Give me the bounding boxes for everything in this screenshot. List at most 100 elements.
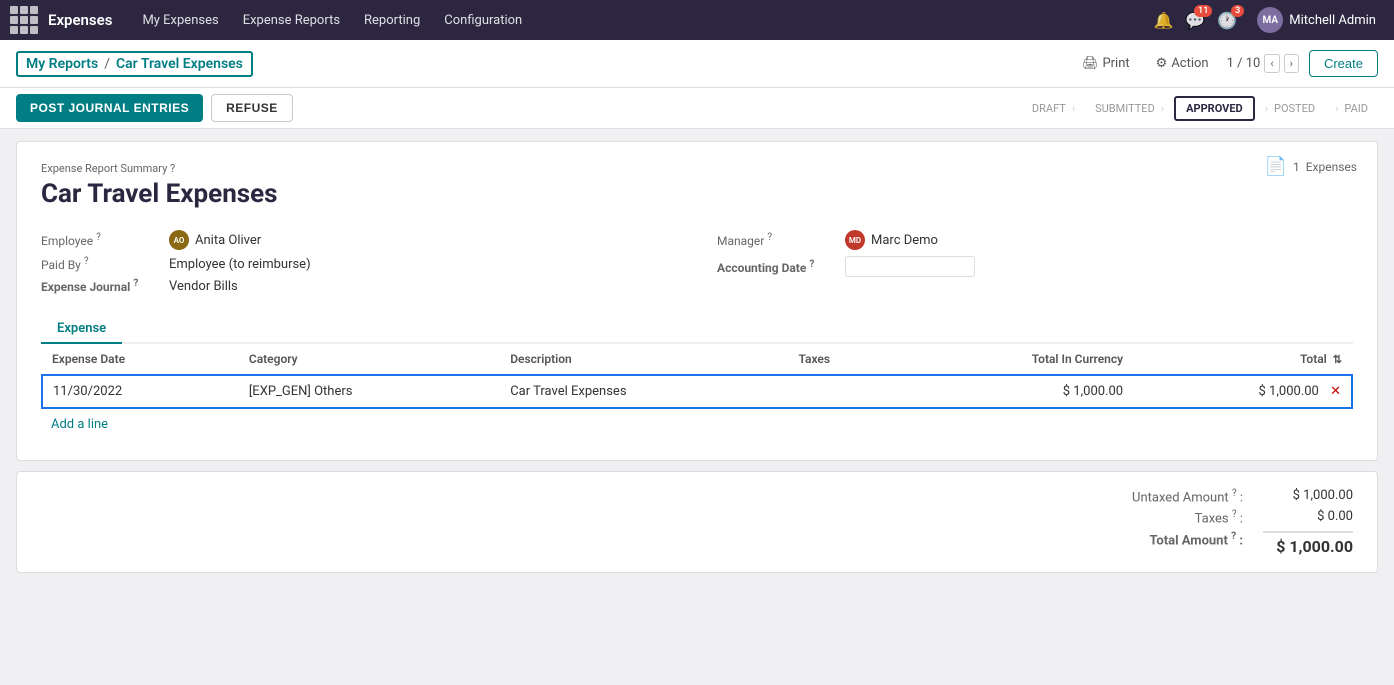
cell-total-in-currency: $ 1,000.00 <box>898 375 1134 408</box>
nav-configuration[interactable]: Configuration <box>434 9 532 32</box>
untaxed-label: Untaxed Amount ? : <box>1093 488 1243 505</box>
cell-category: [EXP_GEN] Others <box>239 375 500 408</box>
summary-rows: Untaxed Amount ? : $ 1,000.00 Taxes ? : … <box>41 488 1353 556</box>
accounting-date-label: Accounting Date ? <box>717 259 837 275</box>
col-category: Category <box>239 344 500 375</box>
employee-value: AO Anita Oliver <box>169 230 261 250</box>
taxes-value: $ 0.00 <box>1263 509 1353 526</box>
pager-text: 1 / 10 <box>1227 56 1261 71</box>
create-button[interactable]: Create <box>1309 50 1378 77</box>
breadcrumb-separator: / <box>104 56 110 72</box>
form-subtitle: Expense Report Summary ? <box>41 162 1353 175</box>
manager-avatar: MD <box>845 230 865 250</box>
document-icon: 📄 <box>1265 156 1287 177</box>
delete-row-icon[interactable]: ✕ <box>1330 384 1341 399</box>
cell-description: Car Travel Expenses <box>500 375 788 408</box>
doc-count: 📄 1 Expenses <box>1265 156 1357 177</box>
action-bar-left: POST JOURNAL ENTRIES REFUSE <box>16 94 293 122</box>
cell-date: 11/30/2022 <box>42 375 239 408</box>
expense-journal-label: Expense Journal ? <box>41 278 161 294</box>
notifications-icon[interactable]: 🔔 <box>1154 11 1174 30</box>
paid-by-field-row: Paid By ? Employee (to reimburse) <box>41 253 677 275</box>
user-name: Mitchell Admin <box>1289 13 1376 28</box>
status-draft[interactable]: DRAFT › <box>1022 98 1085 119</box>
doc-count-label: Expenses <box>1306 160 1357 174</box>
table-row[interactable]: 11/30/2022 [EXP_GEN] Others Car Travel E… <box>42 375 1352 408</box>
accounting-date-input[interactable] <box>845 256 975 277</box>
accounting-date-field-row: Accounting Date ? <box>717 253 1353 280</box>
gear-icon: ⚙ <box>1156 56 1168 71</box>
col-taxes: Taxes <box>788 344 897 375</box>
user-avatar: MA <box>1257 7 1283 33</box>
pager: 1 / 10 ‹ › <box>1227 54 1299 73</box>
nav-reporting[interactable]: Reporting <box>354 9 430 32</box>
action-button[interactable]: ⚙ Action <box>1148 52 1217 75</box>
status-approved[interactable]: APPROVED <box>1174 96 1255 121</box>
refuse-button[interactable]: REFUSE <box>211 94 293 122</box>
tab-expense[interactable]: Expense <box>41 315 122 344</box>
employee-field-row: Employee ? AO Anita Oliver <box>41 227 677 253</box>
main-content: 📄 1 Expenses Expense Report Summary ? Ca… <box>0 129 1394 585</box>
nav-my-expenses[interactable]: My Expenses <box>132 9 228 32</box>
clock-icon[interactable]: 🕐 3 <box>1217 11 1237 30</box>
manager-field-row: Manager ? MD Marc Demo <box>717 227 1353 253</box>
paid-by-value: Employee (to reimburse) <box>169 257 311 272</box>
form-title: Car Travel Expenses <box>41 179 1353 209</box>
nav-icons: 🔔 💬 11 🕐 3 MA Mitchell Admin <box>1154 3 1385 37</box>
total-value: $ 1,000.00 <box>1263 531 1353 556</box>
form-card: 📄 1 Expenses Expense Report Summary ? Ca… <box>16 141 1378 461</box>
status-posted[interactable]: › POSTED <box>1255 98 1325 119</box>
action-bar: POST JOURNAL ENTRIES REFUSE DRAFT › SUBM… <box>0 88 1394 129</box>
print-button[interactable]: 🖨 Print <box>1074 52 1138 75</box>
prev-button[interactable]: ‹ <box>1264 54 1279 73</box>
post-journal-entries-button[interactable]: POST JOURNAL ENTRIES <box>16 94 203 122</box>
paid-by-label: Paid By ? <box>41 256 161 272</box>
cell-taxes <box>788 375 897 408</box>
doc-count-number: 1 <box>1293 160 1300 174</box>
untaxed-value: $ 1,000.00 <box>1263 488 1353 505</box>
chat-icon[interactable]: 💬 11 <box>1185 11 1205 30</box>
tabs: Expense <box>41 315 1353 344</box>
status-bar: DRAFT › SUBMITTED › APPROVED › POSTED › … <box>1022 96 1378 121</box>
summary-card: Untaxed Amount ? : $ 1,000.00 Taxes ? : … <box>16 471 1378 573</box>
chat-badge: 11 <box>1194 5 1212 17</box>
secondary-bar: My Reports / Car Travel Expenses 🖨 Print… <box>0 40 1394 88</box>
accounting-date-value[interactable] <box>845 256 975 277</box>
manager-label: Manager ? <box>717 232 837 248</box>
clock-badge: 3 <box>1231 5 1244 17</box>
action-label: Action <box>1171 56 1208 71</box>
sec-right: 🖨 Print ⚙ Action 1 / 10 ‹ › Create <box>1074 50 1378 77</box>
printer-icon: 🖨 <box>1082 56 1099 71</box>
add-line-button[interactable]: Add a line <box>41 409 118 440</box>
cell-total: $ 1,000.00 ✕ <box>1133 375 1352 408</box>
col-description: Description <box>500 344 788 375</box>
app-grid-icon[interactable] <box>10 6 38 34</box>
breadcrumb-parent[interactable]: My Reports <box>26 56 98 72</box>
expense-journal-field-row: Expense Journal ? Vendor Bills <box>41 275 677 297</box>
employee-avatar: AO <box>169 230 189 250</box>
taxes-row: Taxes ? : $ 0.00 <box>1093 509 1353 526</box>
expense-journal-value: Vendor Bills <box>169 279 238 294</box>
right-fields: Manager ? MD Marc Demo Accounting Date ? <box>717 227 1353 297</box>
taxes-label: Taxes ? : <box>1093 509 1243 526</box>
user-menu[interactable]: MA Mitchell Admin <box>1249 3 1384 37</box>
untaxed-row: Untaxed Amount ? : $ 1,000.00 <box>1093 488 1353 505</box>
col-total: Total ⇅ <box>1133 344 1352 375</box>
col-total-in-currency: Total In Currency <box>898 344 1134 375</box>
col-expense-date: Expense Date <box>42 344 239 375</box>
status-paid[interactable]: › PAID <box>1325 98 1378 119</box>
next-button[interactable]: › <box>1284 54 1299 73</box>
breadcrumb[interactable]: My Reports / Car Travel Expenses <box>16 51 253 77</box>
total-label: Total Amount ? : <box>1093 531 1243 556</box>
breadcrumb-current: Car Travel Expenses <box>116 56 243 72</box>
sort-icon[interactable]: ⇅ <box>1333 353 1342 366</box>
print-label: Print <box>1102 56 1129 71</box>
employee-label: Employee ? <box>41 232 161 248</box>
left-fields: Employee ? AO Anita Oliver Paid By ? Emp… <box>41 227 677 297</box>
expense-table: Expense Date Category Description Taxes … <box>41 344 1353 409</box>
total-row: Total Amount ? : $ 1,000.00 <box>1093 531 1353 556</box>
form-fields: Employee ? AO Anita Oliver Paid By ? Emp… <box>41 227 1353 297</box>
status-submitted[interactable]: SUBMITTED › <box>1085 98 1174 119</box>
app-name[interactable]: Expenses <box>48 11 112 29</box>
nav-expense-reports[interactable]: Expense Reports <box>233 9 350 32</box>
